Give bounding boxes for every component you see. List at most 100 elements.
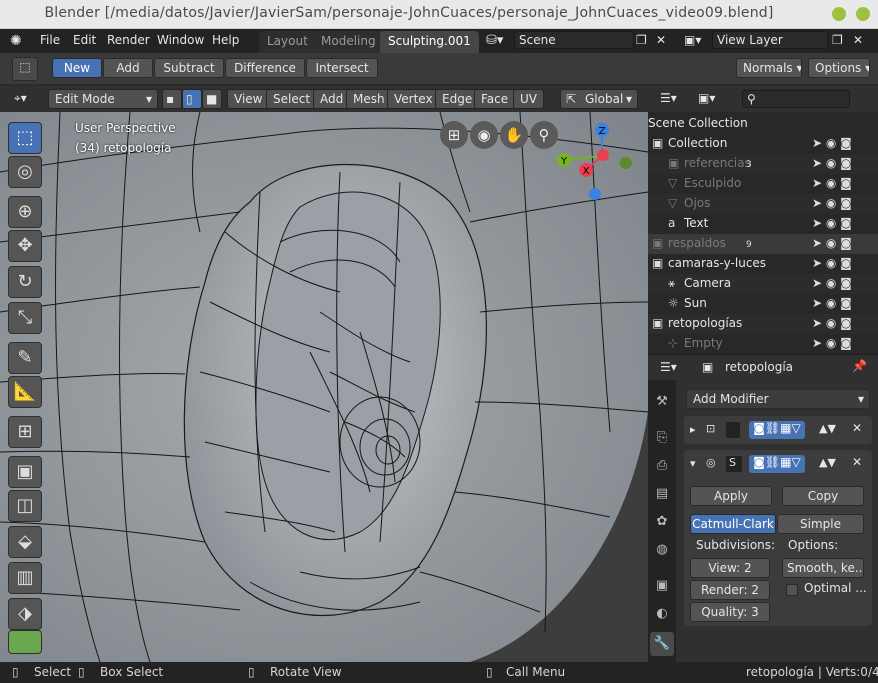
view-levels-field[interactable]: View: 2 (690, 558, 770, 578)
translate-tool-icon[interactable]: ✥ (8, 230, 42, 262)
add-cube-tool-icon[interactable]: ⊞ (8, 416, 42, 448)
pan-hand-icon[interactable]: ✋ (500, 121, 528, 149)
scene-collection-row[interactable]: Scene Collection (648, 114, 878, 134)
measure-tool-icon[interactable]: 📐 (8, 376, 42, 408)
restriction-toggles-icon[interactable]: ➤ ◉ ◙ (812, 316, 852, 330)
display-mode-icon[interactable]: ▣▾ (698, 91, 715, 105)
menu-view[interactable]: View (227, 89, 270, 109)
menu-edge[interactable]: Edge (435, 89, 480, 109)
outliner-row[interactable]: ⊹ Empty ➤ ◉ ◙ (648, 334, 878, 354)
view-layer-copy-icon[interactable]: ❐ (832, 33, 843, 47)
object-tab-icon[interactable]: ▣ (650, 574, 674, 598)
pin-icon[interactable]: 📌 (852, 359, 867, 373)
view-layer-icon[interactable]: ▣▾ (684, 33, 701, 47)
view-layer-field[interactable]: View Layer (712, 31, 828, 49)
uv-smooth-dropdown[interactable]: Smooth, ke... (782, 558, 864, 578)
knife-tool-icon[interactable]: ⬗ (8, 598, 42, 630)
outliner-row[interactable]: ⚹ Camera ➤ ◉ ◙ (648, 274, 878, 294)
tool-tab-icon[interactable]: ⚒ (650, 390, 674, 414)
scale-tool-icon[interactable]: ⤡ (8, 302, 42, 334)
inset-tool-icon[interactable]: ◫ (8, 490, 42, 522)
menu-edit[interactable]: Edit (73, 33, 96, 47)
scene-copy-icon[interactable]: ❐ (636, 33, 647, 47)
editor-type-icon[interactable]: ⌖▾ (8, 89, 44, 109)
properties-editor-icon[interactable]: ☰▾ (660, 360, 677, 374)
navigation-gizmo[interactable]: Z Y X (550, 120, 640, 210)
scene-field[interactable]: Scene (514, 31, 634, 49)
extrude-tool-icon[interactable]: ▣ (8, 456, 42, 488)
menu-help[interactable]: Help (212, 33, 239, 47)
optimal-display-checkbox[interactable] (786, 584, 798, 596)
poly-build-tool-icon[interactable] (8, 630, 42, 654)
modifier-1-header[interactable]: ▸ ⊡ ◙⛓▦▽ ▲▼ ✕ (684, 416, 872, 444)
restriction-toggles-icon[interactable]: ➤ ◉ ◙ (812, 276, 852, 290)
menu-uv[interactable]: UV (513, 89, 544, 109)
view-layer-tab-icon[interactable]: ▤ (650, 482, 674, 506)
outliner-row[interactable]: ☼ Sun ➤ ◉ ◙ (648, 294, 878, 314)
physics-tab-icon[interactable]: ◐ (650, 602, 674, 626)
restriction-toggles-icon[interactable]: ➤ ◉ ◙ (812, 336, 852, 350)
menu-select[interactable]: Select (266, 89, 318, 109)
scene-tab-icon[interactable]: ✿ (650, 510, 674, 534)
outliner-row[interactable]: ▣ retopologías ➤ ◉ ◙ (648, 314, 878, 334)
minimize-button[interactable] (832, 7, 846, 21)
modifier-1-move-icon[interactable]: ▲▼ (819, 422, 836, 435)
scene-icon[interactable]: ⛁▾ (486, 33, 503, 48)
face-select-icon[interactable]: ■ (202, 89, 222, 109)
edit-mode-dropdown[interactable]: Edit Mode ▾ (48, 89, 158, 109)
select-box-icon[interactable]: ⬚ (12, 57, 38, 81)
normals-dropdown[interactable]: Normals ▾ (736, 58, 802, 78)
menu-add[interactable]: Add (313, 89, 351, 109)
blender-logo-icon[interactable]: ✺ (10, 33, 22, 49)
menu-face[interactable]: Face (474, 89, 516, 109)
expand-arrow-icon[interactable]: ▸ (690, 423, 696, 436)
catmull-clark-button[interactable]: Catmull-Clark (690, 514, 776, 534)
move-tool-icon[interactable]: ⊕ (8, 196, 42, 228)
simple-button[interactable]: Simple (777, 514, 864, 534)
output-tab-icon[interactable]: ⎙ (650, 454, 674, 478)
outliner-row[interactable]: ▣ Collection ➤ ◉ ◙ (648, 134, 878, 154)
copy-button[interactable]: Copy (782, 486, 864, 506)
close-window-button[interactable] (856, 7, 870, 21)
outliner-row[interactable]: ▽ Ojos ➤ ◉ ◙ (648, 194, 878, 214)
restriction-toggles-icon[interactable]: ➤ ◉ ◙ (812, 256, 852, 270)
modifier-2-name-field[interactable]: S (726, 456, 742, 472)
restriction-toggles-icon[interactable]: ➤ ◉ ◙ (812, 156, 852, 170)
tab-sculpting[interactable]: Sculpting.001 (380, 31, 479, 53)
collapse-arrow-icon[interactable]: ▾ (690, 457, 696, 470)
restriction-toggles-icon[interactable]: ➤ ◉ ◙ (812, 216, 852, 230)
restriction-toggles-icon[interactable]: ➤ ◉ ◙ (812, 136, 852, 150)
modifier-name-field[interactable] (726, 422, 740, 438)
render-tab-icon[interactable]: ⎘ (650, 426, 674, 450)
render-levels-field[interactable]: Render: 2 (690, 580, 770, 600)
menu-vertex[interactable]: Vertex (387, 89, 440, 109)
options-dropdown[interactable]: Options ▾ (808, 58, 870, 78)
orientation-dropdown[interactable]: Global ⇱ ▾ (560, 89, 638, 109)
outliner-row[interactable]: a Text ➤ ◉ ◙ (648, 214, 878, 234)
menu-render[interactable]: Render (107, 33, 150, 47)
outliner-row[interactable]: ▣ respaldos 9 ➤ ◉ ◙ (648, 234, 878, 254)
tab-layout[interactable]: Layout (259, 31, 316, 53)
modifier-2-remove-icon[interactable]: ✕ (852, 455, 862, 469)
edge-select-icon[interactable]: ▯ (182, 89, 202, 109)
mode-intersect-button[interactable]: Intersect (306, 58, 378, 78)
add-modifier-dropdown[interactable]: Add Modifier ▾ (686, 389, 870, 409)
restriction-toggles-icon[interactable]: ➤ ◉ ◙ (812, 236, 852, 250)
menu-mesh[interactable]: Mesh (346, 89, 392, 109)
quality-field[interactable]: Quality: 3 (690, 602, 770, 622)
restriction-toggles-icon[interactable]: ➤ ◉ ◙ (812, 196, 852, 210)
view-layer-remove-icon[interactable]: ✕ (853, 33, 863, 47)
restriction-toggles-icon[interactable]: ➤ ◉ ◙ (812, 296, 852, 310)
grid-toggle-icon[interactable]: ⊞ (440, 121, 468, 149)
modifier-tab-icon[interactable]: 🔧 (650, 632, 674, 656)
rotate-tool-icon[interactable]: ↻ (8, 266, 42, 298)
modifier-1-visibility-icons[interactable]: ◙⛓▦▽ (749, 421, 805, 439)
outliner-search-input[interactable]: ⚲ (742, 90, 850, 108)
modifier-2-move-icon[interactable]: ▲▼ (819, 456, 836, 469)
outliner-row[interactable]: ▣ referencias 3 ➤ ◉ ◙ (648, 154, 878, 174)
modifier-2-visibility-icons[interactable]: ◙⛓▦▽ (749, 455, 805, 473)
bevel-tool-icon[interactable]: ⬙ (8, 526, 42, 558)
modifier-1-remove-icon[interactable]: ✕ (852, 421, 862, 435)
mode-add-button[interactable]: Add (103, 58, 153, 78)
outliner-row[interactable]: ▽ Esculpido ➤ ◉ ◙ (648, 174, 878, 194)
